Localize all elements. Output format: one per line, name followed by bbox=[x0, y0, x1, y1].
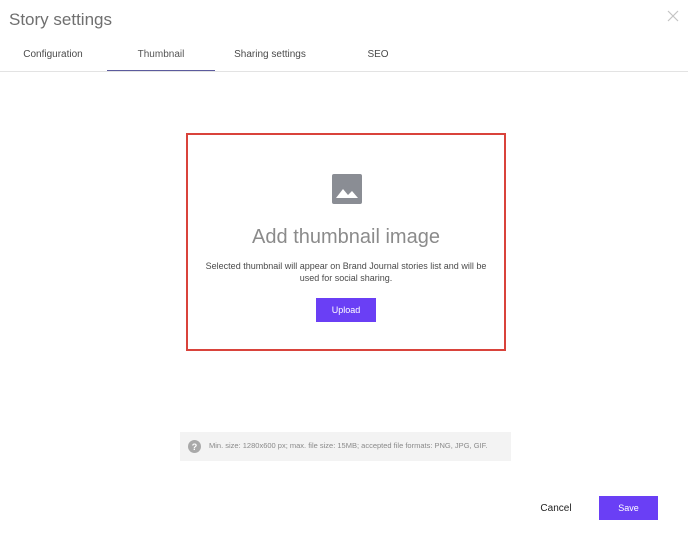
hint-text: Min. size: 1280x600 px; max. file size: … bbox=[209, 441, 488, 450]
cancel-button[interactable]: Cancel bbox=[528, 497, 584, 519]
dropzone-heading: Add thumbnail image bbox=[252, 226, 440, 248]
close-icon[interactable] bbox=[667, 9, 679, 22]
tab-label: Sharing settings bbox=[234, 49, 306, 60]
tab-label: SEO bbox=[367, 49, 389, 60]
tab-seo[interactable]: SEO bbox=[350, 44, 406, 70]
thumbnail-dropzone[interactable]: Add thumbnail image Selected thumbnail w… bbox=[186, 133, 506, 351]
tab-configuration[interactable]: Configuration bbox=[10, 44, 96, 70]
image-icon bbox=[332, 174, 362, 204]
tab-label: Thumbnail bbox=[137, 49, 185, 60]
upload-button[interactable]: Upload bbox=[316, 298, 376, 322]
tab-bar: Configuration Thumbnail Sharing settings… bbox=[0, 44, 688, 72]
tab-sharing-settings[interactable]: Sharing settings bbox=[224, 44, 316, 70]
dialog-title: Story settings bbox=[9, 10, 112, 29]
svg-text:?: ? bbox=[192, 442, 198, 452]
save-button[interactable]: Save bbox=[599, 496, 658, 520]
question-circle-icon: ? bbox=[188, 440, 201, 453]
tab-thumbnail[interactable]: Thumbnail bbox=[107, 44, 215, 71]
tab-label: Configuration bbox=[23, 49, 83, 60]
dropzone-description: Selected thumbnail will appear on Brand … bbox=[205, 261, 487, 283]
file-requirements-hint: ? Min. size: 1280x600 px; max. file size… bbox=[180, 432, 511, 461]
